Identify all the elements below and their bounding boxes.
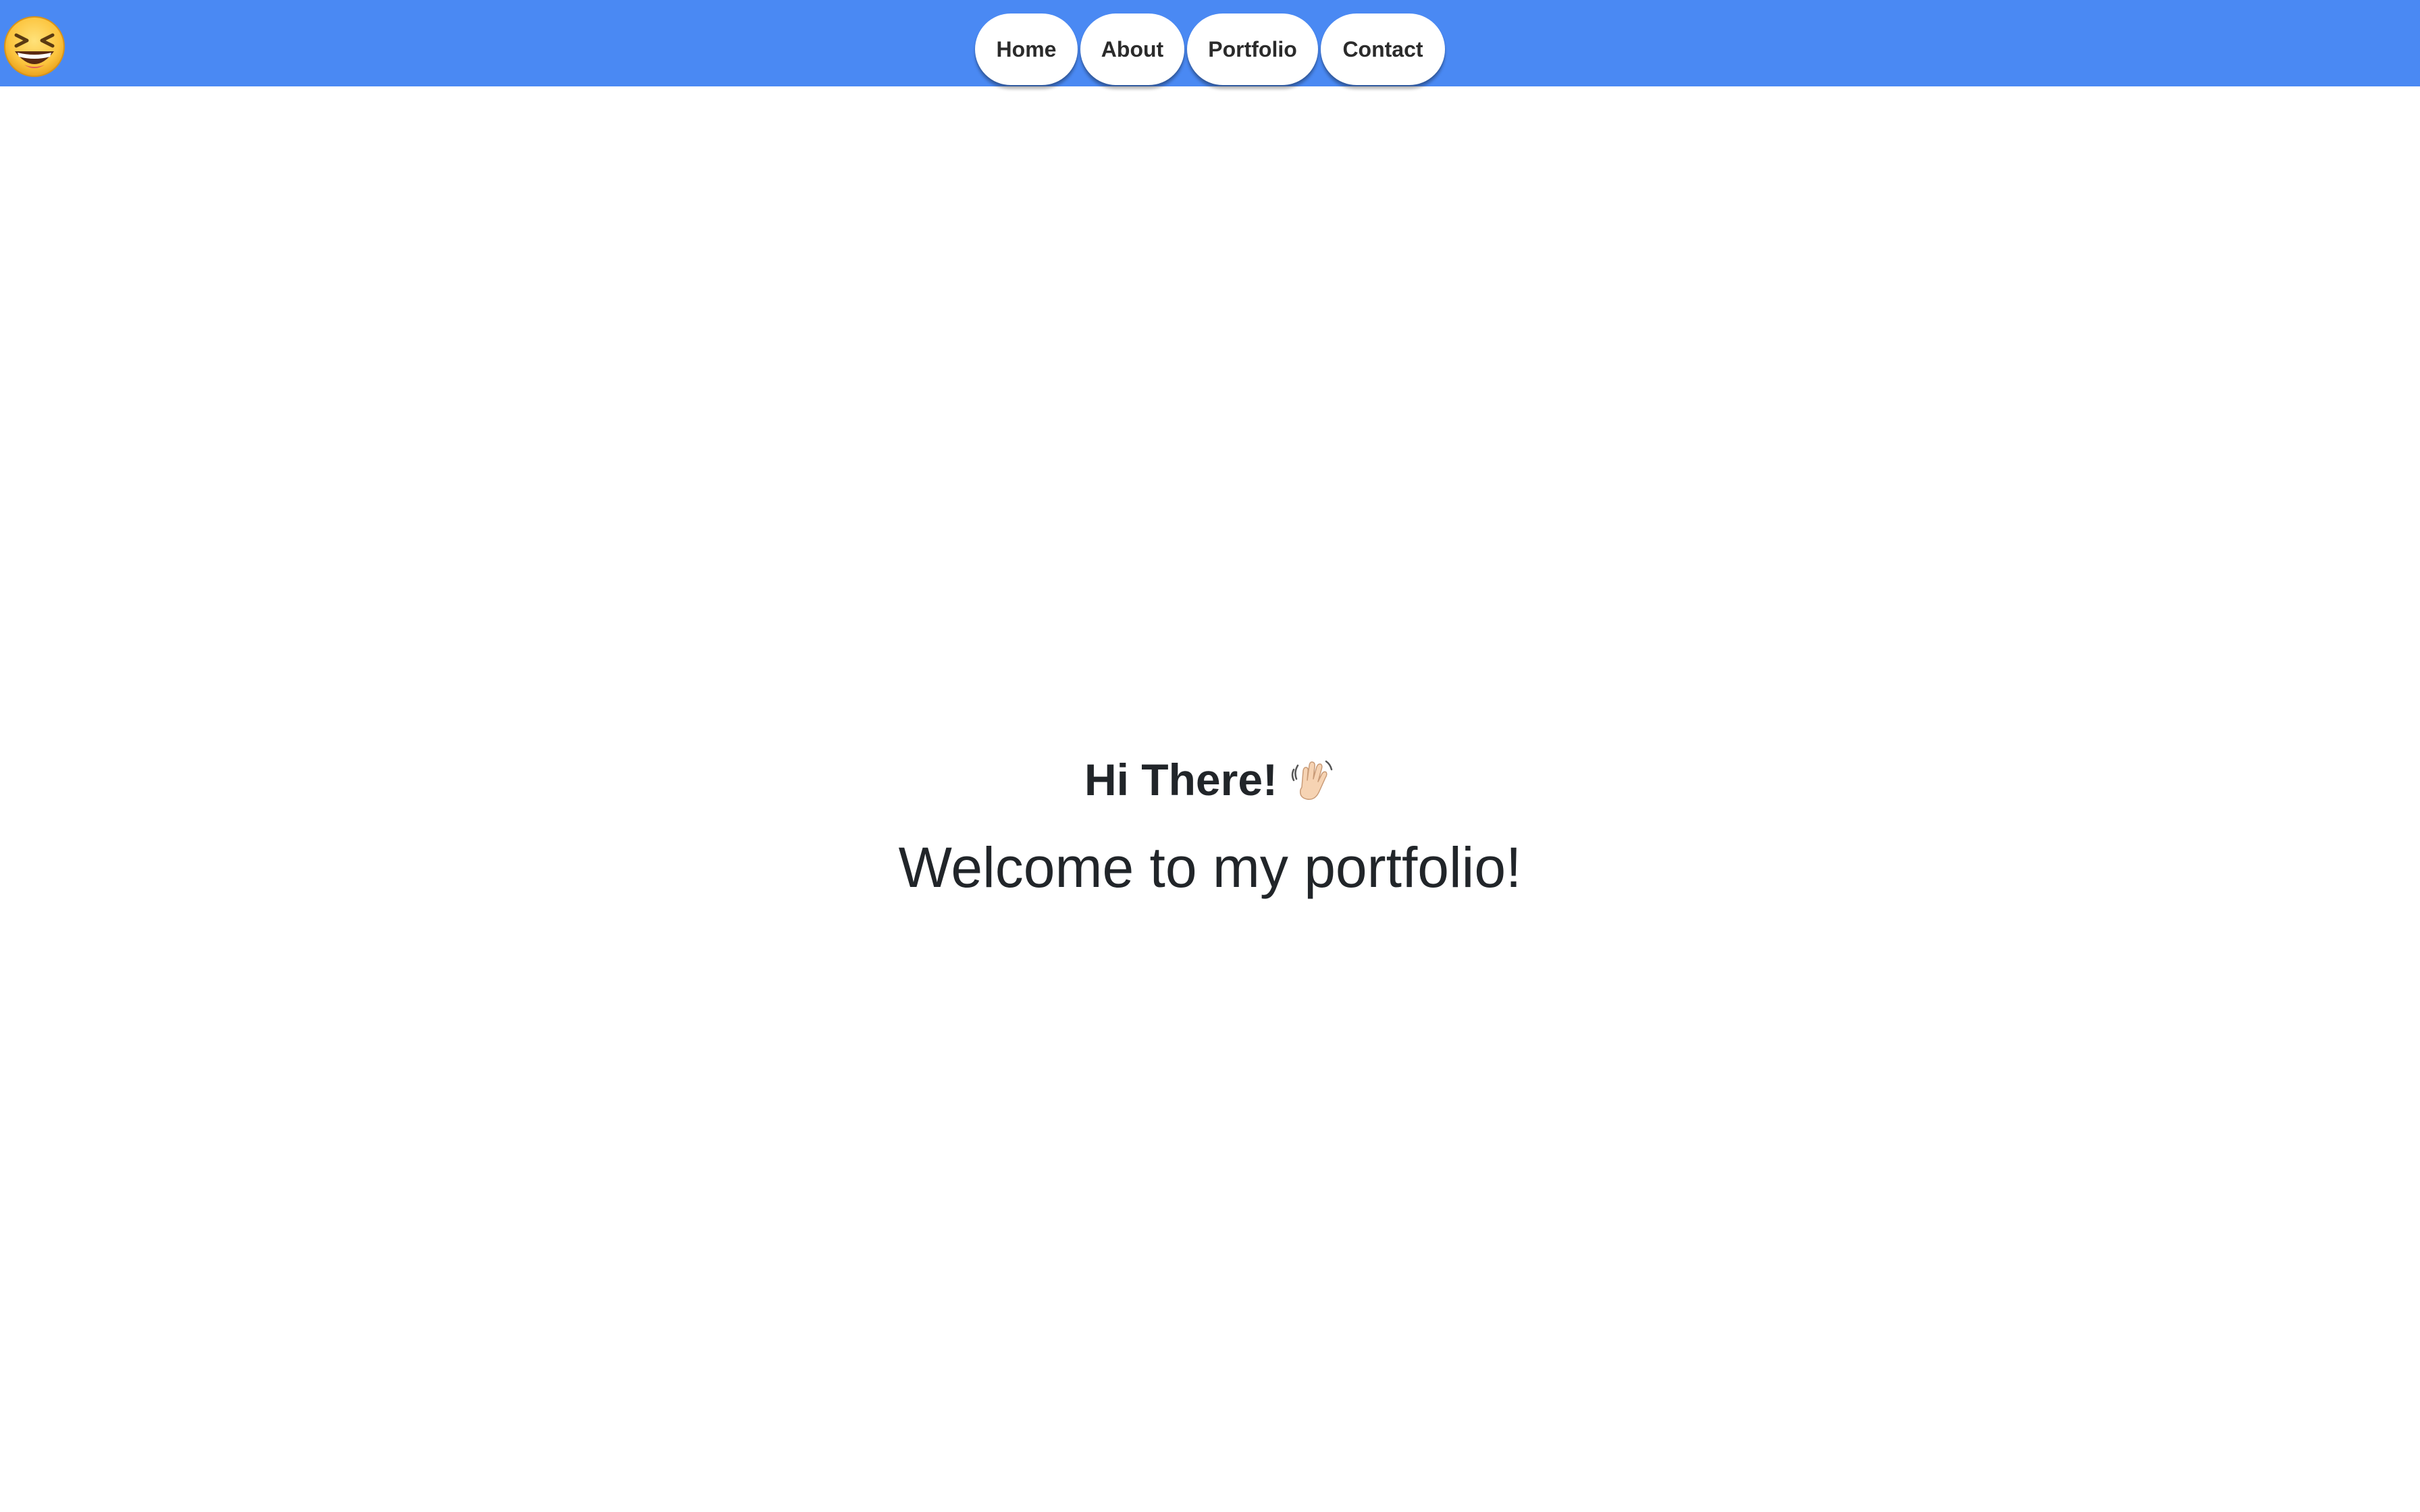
welcome-message: Welcome to my portfolio! [898, 836, 1522, 899]
nav-portfolio-button[interactable]: Portfolio [1187, 14, 1318, 85]
nav-menu: Home About Portfolio Contact [0, 14, 2420, 85]
greeting-text: Hi There! [1084, 755, 1278, 805]
hero-greeting: Hi There! [0, 746, 2420, 813]
waving-hand-icon [1287, 755, 1336, 804]
nav-contact-button[interactable]: Contact [1321, 14, 1445, 85]
nav-about-button[interactable]: About [1080, 14, 1184, 85]
hero-section: Hi There! Welcome to my portfolio! [0, 746, 2420, 908]
nav-home-button[interactable]: Home [975, 14, 1078, 85]
navbar: Home About Portfolio Contact [0, 0, 2420, 86]
